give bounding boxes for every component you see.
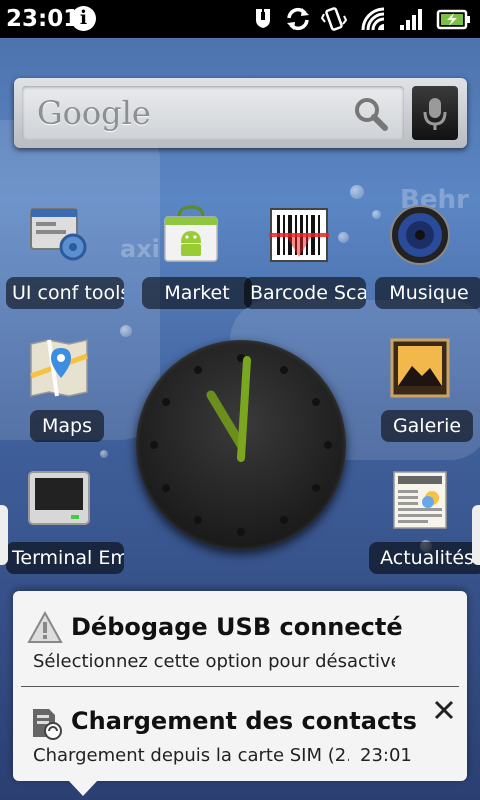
notification-text: Chargement depuis la carte SIM (2... xyxy=(33,745,349,766)
clock-face xyxy=(150,354,332,536)
app-musique[interactable]: Musique xyxy=(365,203,480,313)
search-input[interactable]: Google xyxy=(22,86,404,140)
google-logo: Google xyxy=(37,94,151,132)
notification-text: Sélectionnez cette option pour désactive… xyxy=(33,651,395,672)
voice-search-button[interactable] xyxy=(412,86,458,140)
app-label: Terminal Emulator xyxy=(6,542,124,574)
warning-icon xyxy=(27,611,63,643)
info-icon: i xyxy=(71,6,96,31)
wifi-icon xyxy=(361,7,385,31)
status-time: 23:01 xyxy=(6,6,80,32)
notification-time: 23:01 xyxy=(360,745,412,766)
google-search-widget[interactable]: Google xyxy=(14,78,467,148)
notification-usb-debugging[interactable]: Débogage USB connecté Sélectionnez cette… xyxy=(13,591,467,686)
barcode-icon xyxy=(269,208,329,262)
analog-clock-widget[interactable] xyxy=(136,340,346,550)
right-edge-tab[interactable] xyxy=(472,505,480,565)
app-label: Maps xyxy=(30,410,104,442)
news-icon xyxy=(393,471,447,529)
notification-title: Chargement des contacts xyxy=(71,707,417,735)
app-ui-conf-tools[interactable]: UI conf tools xyxy=(4,203,124,313)
close-icon[interactable] xyxy=(433,699,455,721)
vibrate-icon xyxy=(320,7,348,31)
music-icon xyxy=(390,205,450,265)
app-label: Barcode Scanner xyxy=(244,277,366,309)
gallery-icon xyxy=(390,338,450,398)
notification-title: Débogage USB connecté xyxy=(71,613,403,641)
notification-panel[interactable]: Débogage USB connecté Sélectionnez cette… xyxy=(13,591,467,781)
app-barcode-scanner[interactable]: Barcode Scanner xyxy=(244,203,366,313)
app-label: UI conf tools xyxy=(6,277,124,309)
notification-pointer xyxy=(68,780,98,796)
search-icon[interactable] xyxy=(353,96,389,132)
usb-debug-icon xyxy=(256,9,270,28)
maps-icon xyxy=(30,339,88,397)
app-label: Galerie xyxy=(381,410,473,442)
app-actualites[interactable]: Actualités xyxy=(365,468,480,578)
app-label: Market xyxy=(142,277,252,309)
sim-contacts-icon xyxy=(33,709,62,740)
app-label: Actualités xyxy=(369,542,480,574)
notification-contacts-loading[interactable]: Chargement des contacts Chargement depui… xyxy=(13,687,467,781)
terminal-icon xyxy=(28,471,90,525)
microphone-icon xyxy=(423,98,447,130)
app-maps[interactable]: Maps xyxy=(4,336,114,446)
battery-charging-icon xyxy=(436,9,470,30)
app-terminal-emulator[interactable]: Terminal Emulator xyxy=(4,468,124,578)
app-label: Musique xyxy=(375,277,480,309)
ui-conf-icon xyxy=(30,208,87,261)
market-icon xyxy=(164,205,218,262)
signal-icon xyxy=(400,9,422,30)
status-bar[interactable]: 23:01 i xyxy=(0,0,480,38)
sync-icon xyxy=(287,7,309,31)
app-market[interactable]: Market xyxy=(136,203,252,313)
left-edge-tab[interactable] xyxy=(0,505,8,565)
app-galerie[interactable]: Galerie xyxy=(365,336,475,446)
